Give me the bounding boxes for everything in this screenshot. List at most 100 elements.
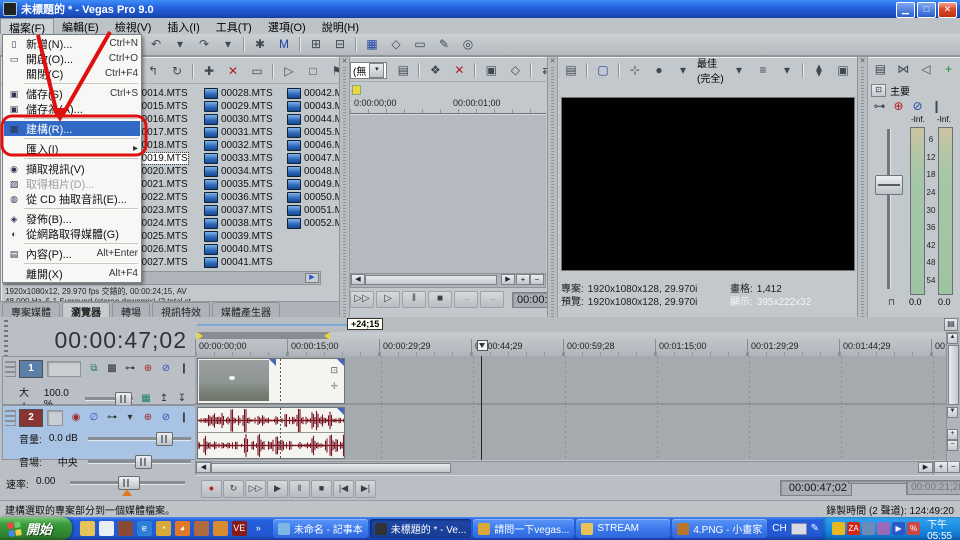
task-paint[interactable]: 4.PNG - 小畫家 — [672, 519, 767, 538]
copy-snapshot-button[interactable]: ⧫ — [808, 61, 830, 80]
scroll-left-icon[interactable]: ◀ — [196, 462, 211, 473]
file-item[interactable]: 00046.MTS — [287, 139, 339, 152]
go-to-start-button[interactable]: |◀ — [333, 480, 354, 498]
menu-insert[interactable]: 插入(I) — [159, 18, 207, 34]
file-menu-import[interactable]: 匯入(I) ▸ — [4, 141, 140, 156]
selection-end-display[interactable]: 00:00:21;28 — [906, 480, 960, 495]
track-solo-icon[interactable]: ❙ — [175, 361, 193, 377]
menu-options[interactable]: 選項(O) — [260, 18, 314, 34]
lock-icon[interactable]: ⊓ — [888, 297, 895, 308]
menu-view[interactable]: 檢視(V) — [107, 18, 160, 34]
overlays-dropdown[interactable]: ▾ — [776, 61, 798, 80]
cpu-tray-icon[interactable]: % — [907, 522, 920, 535]
maximize-button[interactable]: □ — [917, 2, 936, 18]
file-item[interactable]: 00050.MTS — [287, 191, 339, 204]
file-item[interactable]: 00051.MTS — [287, 204, 339, 217]
track-mute-icon[interactable]: ⊘ — [157, 410, 175, 426]
file-menu-properties[interactable]: ▤ 內容(P)... Alt+Enter — [4, 246, 140, 261]
bypass-motion-blur-icon[interactable]: ⧉ — [85, 361, 103, 377]
track-mute-icon[interactable]: ⊘ — [157, 361, 175, 377]
master-solo-icon[interactable]: ❙ — [928, 97, 945, 116]
scroll-left-icon[interactable]: ◀ — [351, 274, 365, 285]
file-item[interactable]: 00031.MTS — [204, 126, 273, 139]
timeline-scroll-thumb[interactable] — [211, 463, 451, 473]
tab-transitions[interactable]: 轉場 — [112, 302, 150, 318]
preview-dock-handle[interactable]: ✕ — [548, 57, 558, 318]
master-mute-icon[interactable]: ⊘ — [909, 97, 926, 116]
file-menu-new[interactable]: ▯ 新增(N)... Ctrl+N — [4, 36, 140, 51]
arm-record-icon[interactable]: ◉ — [67, 410, 85, 426]
combo-dropdown-icon[interactable]: ▾ — [369, 63, 384, 78]
file-menu-extract-cd-audio[interactable]: ◍ 從 CD 抽取音訊(E)... — [4, 191, 140, 206]
cursor-time-display[interactable]: 00:00:47;02 — [780, 480, 852, 496]
file-item[interactable]: 00036.MTS — [204, 191, 273, 204]
trimmer-toolbar-icon[interactable] — [474, 63, 476, 78]
timeline-vscrollbar[interactable]: ▲ ▼ + − — [946, 332, 960, 462]
track2-volume-slider[interactable] — [88, 437, 191, 441]
track1-name-input[interactable] — [47, 361, 81, 377]
envelope-tool[interactable]: ◇ — [385, 35, 407, 54]
loop-playback-button[interactable]: ↻ — [223, 480, 244, 498]
track2-name-input[interactable] — [47, 410, 63, 426]
vegas-quicklaunch-icon[interactable]: VE — [232, 521, 247, 536]
preview-quality-button[interactable]: ● — [648, 61, 670, 80]
vu-meter-right[interactable] — [938, 127, 953, 295]
minimize-button[interactable]: ▁ — [896, 2, 915, 18]
start-button[interactable]: 開始 — [0, 517, 72, 540]
trimmer-ruler[interactable]: 0:00:00;00 00:00:01;00 — [350, 96, 546, 114]
track-grip[interactable] — [5, 361, 16, 377]
track2-number[interactable]: 2 — [19, 409, 43, 427]
selection-start-display[interactable] — [848, 480, 910, 484]
dock-grip[interactable] — [4, 320, 8, 360]
folder-button[interactable]: ▭ — [246, 62, 268, 81]
marker-tool-icon[interactable]: ▤ — [944, 318, 958, 331]
file-item[interactable]: 00037.MTS — [204, 204, 273, 217]
trimmer-remove-button[interactable]: ✕ — [448, 61, 470, 80]
redo-dropdown[interactable]: ▾ — [217, 35, 239, 54]
menu-tools[interactable]: 工具(T) — [208, 18, 260, 34]
mixer-properties-button[interactable]: ▤ — [870, 60, 891, 79]
track2-pan-slider[interactable] — [88, 460, 191, 464]
pen-input-icon[interactable]: ✎ — [811, 523, 819, 534]
record-button[interactable]: ● — [201, 480, 222, 498]
task-notepad[interactable]: 未命名 - 記事本 — [273, 519, 368, 538]
track1-number[interactable]: 1 — [19, 360, 43, 378]
document-quicklaunch-icon[interactable] — [99, 521, 114, 536]
zoom-out-time-icon[interactable]: − — [947, 461, 960, 473]
master-fader-track[interactable] — [887, 129, 891, 289]
file-item[interactable]: 00034.MTS — [204, 165, 273, 178]
add-bus-button[interactable]: + — [938, 60, 959, 79]
master-fader-handle[interactable] — [875, 175, 903, 195]
file-item[interactable]: 00044.MTS — [287, 113, 339, 126]
mediaplayer-tray-icon[interactable]: ▶ — [892, 522, 905, 535]
file-item[interactable]: 00038.MTS — [204, 217, 273, 230]
preview-toolbar-icon[interactable] — [618, 63, 620, 78]
keyboard-icon[interactable] — [791, 523, 807, 535]
tab-video-fx[interactable]: 視訊特效 — [152, 302, 210, 318]
title-bar[interactable]: 未標題的 * - Vegas Pro 9.0 ▁ □ ✕ — [0, 0, 960, 18]
track2-pan-value[interactable]: 中央 — [42, 454, 78, 469]
panel-close-icon[interactable]: ✕ — [860, 57, 866, 65]
display-tray-icon[interactable] — [877, 522, 890, 535]
start-preview-button[interactable]: ▷ — [278, 62, 300, 81]
trimmer-play-button[interactable]: ▷ — [376, 291, 400, 308]
refresh-button[interactable]: ↻ — [166, 62, 188, 81]
invert-phase-icon[interactable]: ∅ — [85, 410, 103, 426]
file-item[interactable]: 00052.MTS — [287, 217, 339, 230]
track-grip[interactable] — [5, 410, 16, 426]
cursor-head[interactable] — [477, 340, 488, 351]
master-fx-icon[interactable]: ⊕ — [890, 97, 907, 116]
pause-button[interactable]: ‖ — [289, 480, 310, 498]
ignore-grouping-toggle[interactable]: ⊟ — [329, 35, 351, 54]
file-item[interactable]: 00045.MTS — [287, 126, 339, 139]
task-stream-folder[interactable]: STREAM — [576, 519, 670, 538]
file-item[interactable]: 00030.MTS — [204, 113, 273, 126]
scroll-down-icon[interactable]: ▼ — [947, 407, 958, 418]
firefox-quicklaunch-icon[interactable]: ◕ — [175, 521, 190, 536]
master-bus-icon[interactable]: ⊡ — [871, 84, 886, 97]
trimmer-pause-button[interactable]: ‖ — [402, 291, 426, 308]
toolbar-icon[interactable] — [243, 37, 245, 52]
up-folder-button[interactable]: ↰ — [142, 62, 164, 81]
external-monitor-button[interactable]: ▢ — [592, 61, 614, 80]
track1-header[interactable]: 1 ⧉▩⊶⊕⊘❙ 大小: 100.0 % ▦↥↧ — [2, 356, 196, 405]
